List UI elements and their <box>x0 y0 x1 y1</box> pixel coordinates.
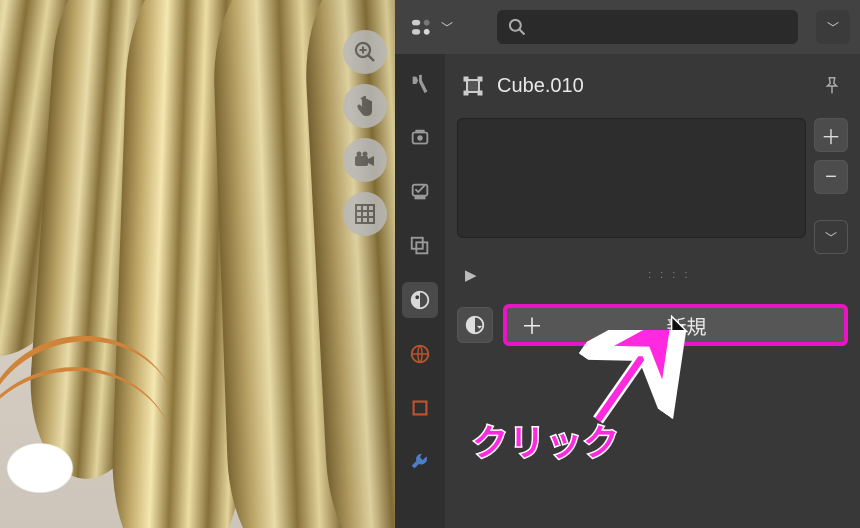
material-selector-row: ＋ 新規 <box>457 304 848 346</box>
object-name: Cube.010 <box>497 75 808 98</box>
properties-editor-icon <box>411 18 435 36</box>
tab-output[interactable] <box>402 174 438 210</box>
new-material-button[interactable]: ＋ 新規 <box>503 304 848 346</box>
remove-slot-button[interactable]: − <box>814 160 848 194</box>
search-icon <box>507 17 527 37</box>
zoom-icon[interactable] <box>343 30 387 74</box>
slot-specials-dropdown[interactable]: ﹀ <box>814 220 848 254</box>
new-material-label: 新規 <box>553 311 844 340</box>
properties-header: ﹀ ﹀ <box>395 0 860 54</box>
options-dropdown[interactable]: ﹀ <box>816 10 850 44</box>
object-header: Cube.010 <box>457 64 848 108</box>
add-slot-button[interactable]: ＋ <box>814 118 848 152</box>
camera-icon[interactable] <box>343 138 387 182</box>
viewport-gizmo-column <box>343 30 387 236</box>
pin-icon[interactable] <box>818 72 846 100</box>
material-slot-list[interactable] <box>457 118 806 238</box>
tab-world[interactable] <box>402 336 438 372</box>
properties-tabs <box>395 54 445 528</box>
properties-panel: ﹀ ﹀ <box>395 0 860 528</box>
material-slot-footer: ▶ : : : : <box>457 260 848 290</box>
browse-material-dropdown[interactable] <box>457 307 493 343</box>
chevron-down-icon: ﹀ <box>825 229 837 246</box>
tab-render[interactable] <box>402 120 438 156</box>
tab-material[interactable] <box>402 282 438 318</box>
material-properties-body: Cube.010 ＋ − ﹀ ▶ : : : : <box>445 54 860 528</box>
tab-viewlayer[interactable] <box>402 228 438 264</box>
move-icon[interactable] <box>343 84 387 128</box>
preview-play-icon[interactable]: ▶ <box>465 266 477 284</box>
viewport-3d[interactable] <box>0 0 395 528</box>
plus-icon: ＋ <box>521 309 543 341</box>
tab-modifier[interactable] <box>402 444 438 480</box>
editor-type-selector[interactable]: ﹀ <box>405 14 459 40</box>
grid-icon[interactable] <box>343 192 387 236</box>
properties-search-input[interactable] <box>497 10 798 44</box>
tab-object[interactable] <box>402 390 438 426</box>
chevron-down-icon: ﹀ <box>441 19 453 36</box>
resize-grip-icon[interactable]: : : : : <box>491 269 848 281</box>
material-slot-area: ＋ − ﹀ <box>457 118 848 254</box>
mesh-icon <box>459 72 487 100</box>
tab-tool[interactable] <box>402 66 438 102</box>
material-slot-buttons: ＋ − ﹀ <box>814 118 848 254</box>
chevron-down-icon: ﹀ <box>827 19 839 36</box>
